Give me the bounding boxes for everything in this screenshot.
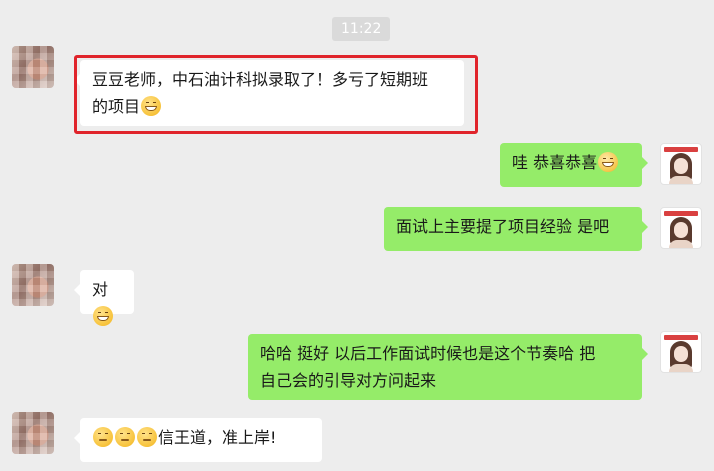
timestamp: 11:22 bbox=[332, 17, 391, 41]
message-text: 对 bbox=[92, 280, 109, 299]
message-text-line2: 的项目 bbox=[92, 97, 141, 116]
incoming-message[interactable]: 豆豆老师，中石油计科拟录取了！多亏了短期班 的项目 bbox=[74, 60, 464, 126]
incoming-message[interactable]: 对 bbox=[74, 270, 134, 326]
grin-icon bbox=[93, 306, 113, 326]
outgoing-message[interactable]: 面试上主要提了项目经验 是吧 bbox=[384, 207, 648, 251]
thinking-icon bbox=[93, 427, 113, 447]
message-text: 信王道，准上岸! bbox=[158, 428, 277, 447]
user-avatar[interactable] bbox=[660, 143, 702, 185]
message-text: 面试上主要提了项目经验 是吧 bbox=[396, 217, 610, 236]
message-text: 哈哈 挺好 以后工作面试时候也是这个节奏哈 把 bbox=[260, 344, 596, 363]
contact-avatar[interactable] bbox=[12, 412, 54, 454]
user-avatar[interactable] bbox=[660, 331, 702, 373]
chat-window: 11:22 豆豆老师，中石油计科拟录取了！多亏了短期班 的项目 哇 恭喜恭喜 面… bbox=[0, 0, 714, 471]
clapping-icon bbox=[598, 152, 619, 172]
message-text-line2: 自己会的引导对方问起来 bbox=[260, 371, 437, 390]
user-avatar[interactable] bbox=[660, 207, 702, 249]
grin-icon bbox=[141, 96, 162, 116]
incoming-message[interactable]: 信王道，准上岸! bbox=[74, 418, 322, 462]
contact-avatar[interactable] bbox=[12, 264, 54, 306]
thinking-icon bbox=[137, 427, 157, 447]
thinking-icon bbox=[115, 427, 135, 447]
contact-avatar[interactable] bbox=[12, 46, 54, 88]
outgoing-message[interactable]: 哈哈 挺好 以后工作面试时候也是这个节奏哈 把 自己会的引导对方问起来 bbox=[248, 334, 648, 400]
message-text: 哇 恭喜恭喜 bbox=[512, 153, 598, 172]
outgoing-message[interactable]: 哇 恭喜恭喜 bbox=[500, 143, 648, 187]
message-text: 豆豆老师，中石油计科拟录取了！多亏了短期班 bbox=[92, 70, 429, 89]
